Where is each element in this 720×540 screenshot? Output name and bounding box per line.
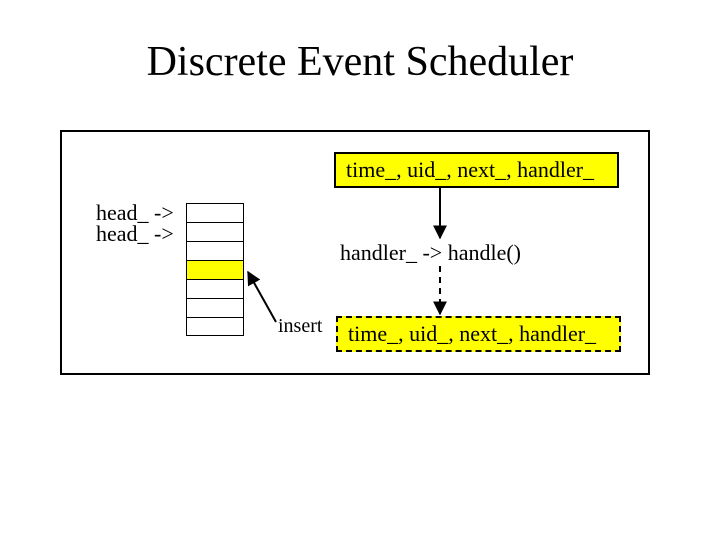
head-pointer-labels: head_ -> head_ -> — [96, 202, 174, 244]
queue-cell — [186, 241, 244, 260]
queue-cell-highlight — [186, 260, 244, 279]
queue-cell — [186, 222, 244, 241]
head-label-1: head_ -> — [96, 202, 174, 223]
event-struct-box-top: time_, uid_, next_, handler_ — [334, 152, 619, 188]
slide-title: Discrete Event Scheduler — [0, 38, 720, 86]
insert-label: insert — [278, 315, 322, 338]
queue-cell — [186, 203, 244, 222]
slide: Discrete Event Scheduler time_, uid_, ne… — [0, 0, 720, 540]
queue-cell — [186, 279, 244, 298]
head-label-2: head_ -> — [96, 223, 174, 244]
event-queue — [186, 203, 244, 336]
queue-cell — [186, 298, 244, 317]
handler-call-text: handler_ -> handle() — [340, 240, 521, 266]
event-struct-box-bottom: time_, uid_, next_, handler_ — [336, 316, 621, 352]
queue-cell — [186, 317, 244, 336]
